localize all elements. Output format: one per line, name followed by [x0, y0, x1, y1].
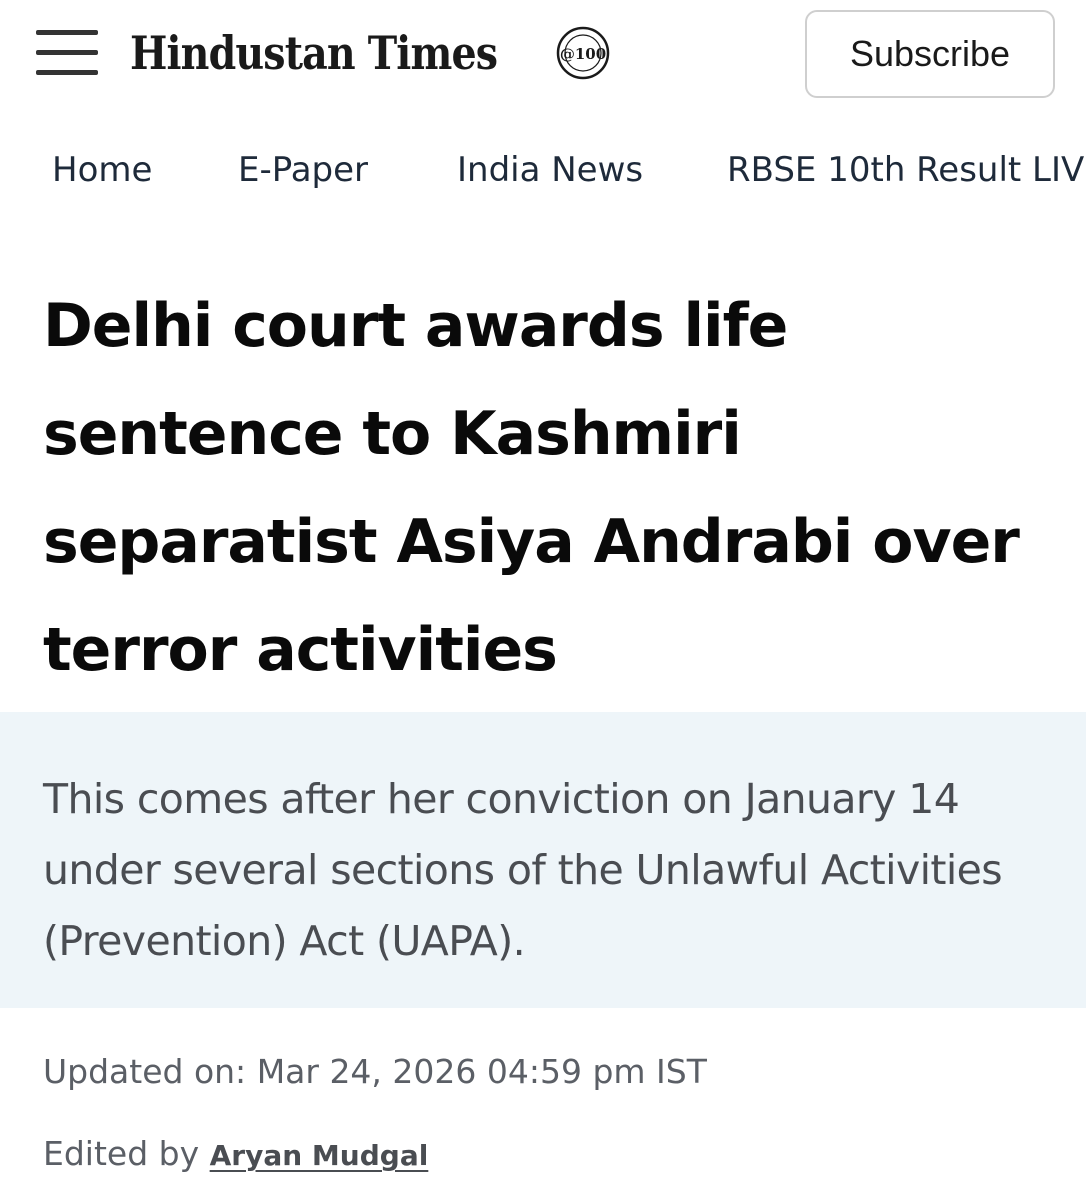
updated-value: Mar 24, 2026 04:59 pm IST: [256, 1052, 707, 1091]
logo-wordmark: Hindustan Times: [130, 26, 498, 80]
updated-timestamp: Updated on: Mar 24, 2026 04:59 pm IST: [43, 1052, 707, 1091]
article-summary-box: This comes after her conviction on Janua…: [0, 712, 1086, 1008]
edited-by-label: Edited by: [43, 1134, 200, 1173]
top-navigation: Home E-Paper India News RBSE 10th Result…: [0, 150, 1086, 200]
site-logo[interactable]: Hindustan Times @100: [130, 18, 610, 88]
badge-text: @100: [560, 45, 606, 63]
subscribe-button[interactable]: Subscribe: [805, 10, 1055, 98]
nav-item-home[interactable]: Home: [52, 150, 152, 190]
edited-by: Edited by Aryan Mudgal: [43, 1134, 428, 1173]
nav-item-india-news[interactable]: India News: [457, 150, 643, 190]
nav-item-rbse-result[interactable]: RBSE 10th Result LIVE: [727, 150, 1086, 190]
editor-name-link[interactable]: Aryan Mudgal: [210, 1139, 429, 1172]
centenary-badge-icon: @100: [556, 26, 610, 80]
updated-label: Updated on:: [43, 1052, 247, 1091]
site-header: Hindustan Times @100 Subscribe: [0, 0, 1086, 112]
nav-item-epaper[interactable]: E-Paper: [238, 150, 368, 190]
article-summary: This comes after her conviction on Janua…: [43, 775, 1003, 965]
article-headline: Delhi court awards life sentence to Kash…: [43, 291, 1020, 685]
hamburger-menu-icon[interactable]: [36, 30, 98, 76]
